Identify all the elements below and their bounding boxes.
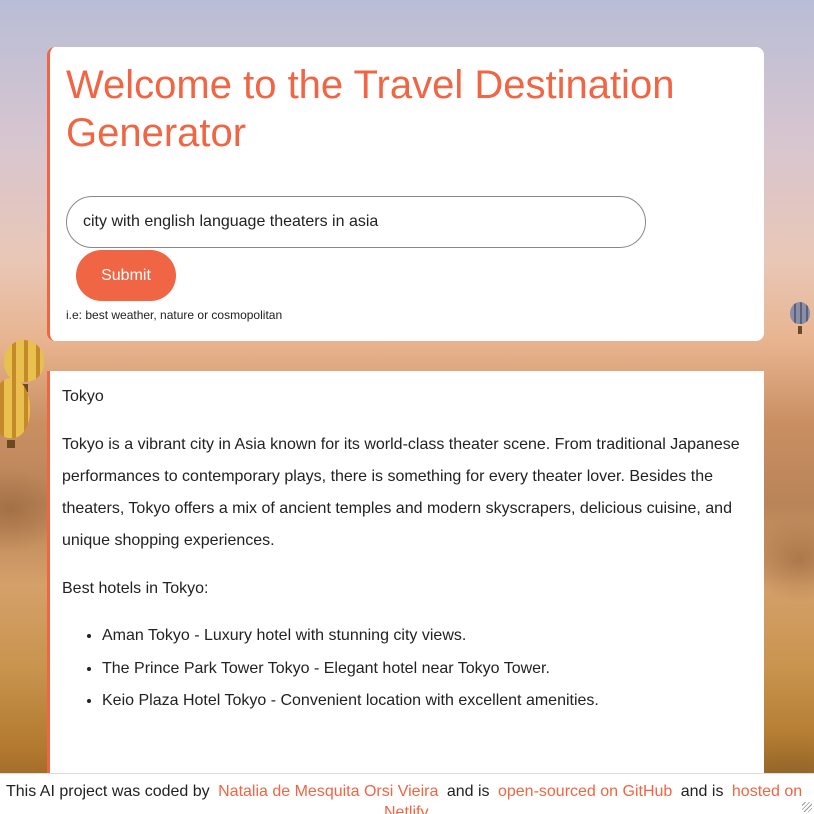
list-item: Aman Tokyo - Luxury hotel with stunning …	[102, 620, 599, 653]
netlify-link[interactable]: Netlify	[380, 804, 432, 814]
hotels-list: Aman Tokyo - Luxury hotel with stunning …	[62, 620, 599, 718]
author-link[interactable]: Natalia de Mesquita Orsi Vieira	[214, 783, 442, 800]
generator-card: Welcome to the Travel Destination Genera…	[47, 47, 764, 341]
page-title: Welcome to the Travel Destination Genera…	[66, 63, 675, 155]
submit-button[interactable]: Submit	[76, 250, 176, 301]
list-item: Keio Plaza Hotel Tokyo - Convenient loca…	[102, 685, 599, 718]
search-hint: i.e: best weather, nature or cosmopolita…	[66, 308, 283, 322]
hosted-link[interactable]: hosted on	[728, 783, 806, 800]
hot-air-balloon-right	[790, 302, 810, 334]
hot-air-balloon-left	[4, 340, 44, 392]
resize-handle-icon[interactable]	[802, 802, 812, 812]
result-panel: Tokyo Tokyo is a vibrant city in Asia kn…	[47, 371, 764, 781]
list-item: The Prince Park Tower Tokyo - Elegant ho…	[102, 653, 599, 686]
search-input[interactable]	[66, 196, 646, 248]
github-link[interactable]: open-sourced on GitHub	[494, 783, 676, 800]
footer-text: This AI project was coded by	[6, 783, 210, 800]
footer: This AI project was coded by Natalia de …	[0, 773, 814, 814]
result-description: Tokyo is a vibrant city in Asia known fo…	[62, 436, 740, 549]
result-city: Tokyo	[62, 388, 104, 405]
hotels-heading: Best hotels in Tokyo:	[62, 580, 209, 597]
footer-text: and is	[446, 783, 490, 800]
footer-text: and is	[680, 783, 724, 800]
